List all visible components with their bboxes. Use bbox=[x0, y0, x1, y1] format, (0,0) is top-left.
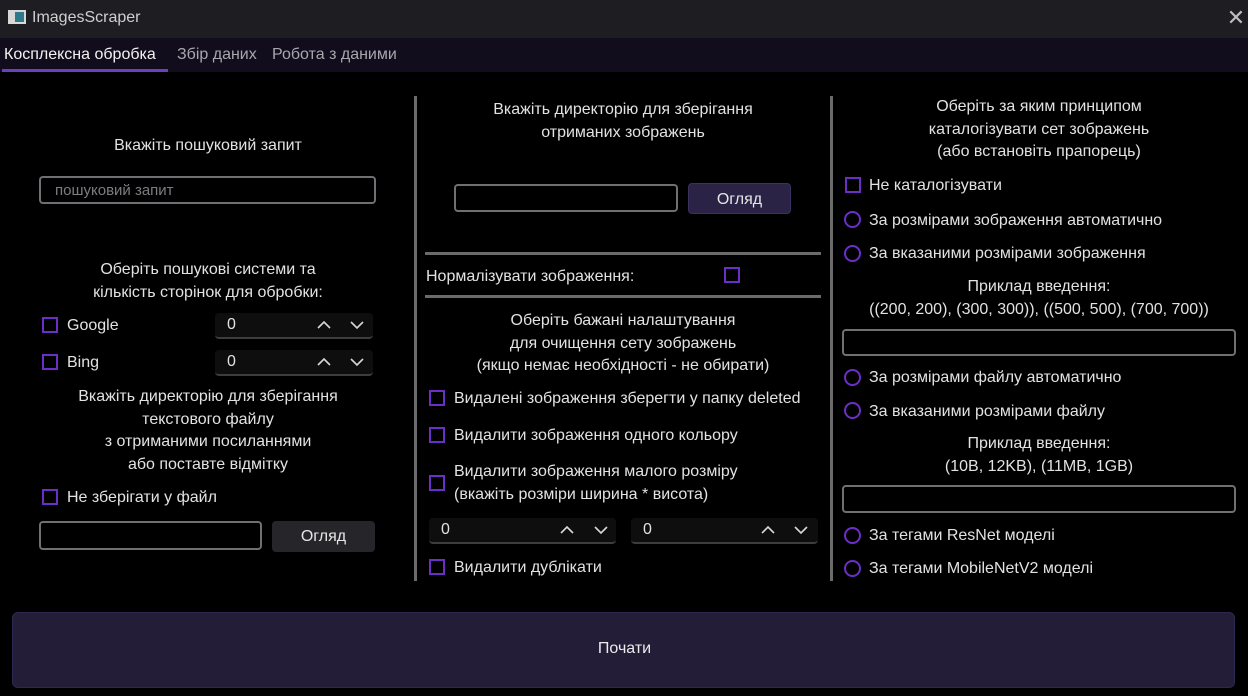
chevron-down-icon[interactable] bbox=[592, 520, 610, 540]
chevron-up-icon[interactable] bbox=[558, 520, 576, 540]
engines-label-line: кількість сторінок для обробки: bbox=[93, 283, 323, 301]
images-dir-label: Вкажіть директорію для зберігання отрима… bbox=[425, 99, 821, 144]
mobilenet-label: За тегами MobileNetV2 моделі bbox=[869, 560, 1094, 577]
min-height-spinbox[interactable]: 0 bbox=[631, 518, 818, 544]
image-size-given-radio[interactable] bbox=[844, 245, 861, 262]
column-separator bbox=[830, 96, 833, 581]
title-bar bbox=[0, 0, 1248, 38]
chevron-up-icon[interactable] bbox=[759, 520, 777, 540]
no-catalog-label: Не каталогізувати bbox=[869, 177, 1002, 194]
image-example: Приклад введення: ((200, 200), (300, 300… bbox=[842, 276, 1236, 321]
image-size-given-label: За вказаними розмірами зображення bbox=[869, 245, 1146, 262]
bing-pages-spinbox[interactable]: 0 bbox=[215, 350, 373, 376]
links-dir-label-line: Вкажіть директорію для зберігання bbox=[78, 388, 338, 405]
section-divider bbox=[425, 252, 821, 255]
mobilenet-radio[interactable] bbox=[844, 560, 861, 577]
normalize-checkbox[interactable] bbox=[724, 267, 740, 283]
catalog-label-line: Оберіть за яким принципом bbox=[936, 98, 1142, 115]
window-title: ImagesScraper bbox=[32, 9, 141, 26]
images-dir-label-line: Вкажіть директорію для зберігання bbox=[493, 101, 753, 118]
engines-label: Оберіть пошукові системи та кількість ст… bbox=[40, 259, 376, 304]
min-height-value: 0 bbox=[643, 521, 652, 538]
image-size-auto-radio[interactable] bbox=[844, 211, 861, 228]
delete-small-label: Видалити зображення малого розміру (вкаж… bbox=[454, 461, 738, 506]
chevron-up-icon[interactable] bbox=[315, 352, 333, 372]
search-query-placeholder: пошуковий запит bbox=[55, 182, 174, 199]
query-label: Вкажіть пошуковий запит bbox=[114, 137, 302, 154]
clean-settings-label-line: Оберіть бажані налаштування bbox=[510, 312, 736, 329]
chevron-down-icon[interactable] bbox=[348, 352, 366, 372]
chevron-up-icon[interactable] bbox=[315, 315, 333, 335]
save-deleted-checkbox[interactable] bbox=[429, 390, 445, 406]
normalize-label: Нормалізувати зображення: bbox=[426, 268, 635, 285]
file-size-auto-radio[interactable] bbox=[844, 369, 861, 386]
image-sizes-input[interactable] bbox=[842, 329, 1236, 356]
clean-settings-label: Оберіть бажані налаштування для очищення… bbox=[425, 310, 821, 378]
file-example-value: (10B, 12KB), (11MB, 1GB) bbox=[944, 457, 1134, 475]
resnet-label: За тегами ResNet моделі bbox=[869, 527, 1055, 544]
delete-small-checkbox[interactable] bbox=[429, 475, 445, 491]
tab-data-collection[interactable]: Збір даних bbox=[177, 46, 257, 64]
column-separator bbox=[414, 96, 417, 581]
catalog-label-line: (або встановіть прапорець) bbox=[937, 143, 1141, 160]
links-browse-button[interactable]: Огляд bbox=[272, 521, 375, 552]
google-checkbox[interactable] bbox=[42, 317, 58, 333]
min-width-spinbox[interactable]: 0 bbox=[429, 518, 616, 544]
close-icon[interactable]: ✕ bbox=[1226, 6, 1246, 30]
file-size-auto-label: За розмірами файлу автоматично bbox=[869, 369, 1122, 386]
image-example-value: ((200, 200), (300, 300)), ((500, 500), (… bbox=[869, 300, 1209, 318]
delete-small-label-line: Видалити зображення малого розміру bbox=[454, 463, 738, 480]
clean-settings-label-line: для очищення сету зображень bbox=[509, 334, 737, 352]
links-dir-input[interactable] bbox=[39, 521, 262, 550]
chevron-down-icon[interactable] bbox=[348, 315, 366, 335]
google-pages-value: 0 bbox=[227, 316, 236, 333]
no-save-file-label: Не зберігати у файл bbox=[67, 489, 217, 506]
delete-single-color-label: Видалити зображення одного кольору bbox=[454, 427, 738, 444]
min-width-value: 0 bbox=[441, 521, 450, 538]
file-example: Приклад введення: (10B, 12KB), (11MB, 1G… bbox=[842, 433, 1236, 478]
resnet-radio[interactable] bbox=[844, 527, 861, 544]
active-tab-indicator bbox=[2, 69, 168, 72]
delete-single-color-checkbox[interactable] bbox=[429, 427, 445, 443]
catalog-label-line: каталогізувати сет зображень bbox=[928, 120, 1150, 138]
links-dir-label: Вкажіть директорію для зберігання тексто… bbox=[40, 386, 376, 476]
file-sizes-input[interactable] bbox=[842, 485, 1236, 513]
app-icon bbox=[8, 10, 26, 24]
delete-duplicates-checkbox[interactable] bbox=[429, 559, 445, 575]
file-size-given-radio[interactable] bbox=[844, 402, 861, 419]
save-deleted-label: Видалені зображення зберегти у папку del… bbox=[454, 390, 801, 407]
links-dir-label-line: або поставте відмітку bbox=[127, 455, 289, 473]
image-example-title: Приклад введення: bbox=[967, 278, 1111, 295]
tab-complex-processing[interactable]: Косплексна обробка bbox=[4, 46, 156, 64]
google-pages-spinbox[interactable]: 0 bbox=[215, 313, 373, 339]
links-dir-label-line: з отриманими посиланнями bbox=[104, 433, 312, 450]
images-browse-button[interactable]: Огляд bbox=[688, 183, 791, 214]
images-dir-input[interactable] bbox=[454, 184, 678, 212]
bing-checkbox[interactable] bbox=[42, 354, 58, 370]
delete-duplicates-label: Видалити дублікати bbox=[454, 559, 602, 576]
image-size-auto-label: За розмірами зображення автоматично bbox=[869, 212, 1163, 229]
file-size-given-label: За вказаними розмірами файлу bbox=[869, 403, 1105, 420]
images-dir-label-line: отриманих зображень bbox=[541, 123, 705, 141]
no-catalog-checkbox[interactable] bbox=[845, 177, 861, 193]
bing-pages-value: 0 bbox=[227, 353, 236, 370]
google-label: Google bbox=[67, 317, 119, 334]
search-query-input[interactable]: пошуковий запит bbox=[39, 176, 376, 204]
delete-small-label-line: (вкажіть розміри ширина * висота) bbox=[454, 485, 709, 503]
clean-settings-label-line: (якщо немає необхідності - не обирати) bbox=[476, 357, 770, 374]
chevron-down-icon[interactable] bbox=[792, 520, 810, 540]
tab-data-work[interactable]: Робота з даними bbox=[272, 46, 397, 64]
engines-label-line: Оберіть пошукові системи та bbox=[100, 261, 316, 278]
start-button[interactable]: Почати bbox=[12, 612, 1235, 688]
section-divider bbox=[425, 295, 821, 298]
catalog-label: Оберіть за яким принципом каталогізувати… bbox=[842, 96, 1236, 164]
file-example-title: Приклад введення: bbox=[967, 435, 1111, 452]
no-save-file-checkbox[interactable] bbox=[42, 489, 58, 505]
start-button-label: Почати bbox=[597, 640, 652, 657]
bing-label: Bing bbox=[67, 354, 100, 371]
links-dir-label-line: текстового файлу bbox=[142, 410, 274, 428]
